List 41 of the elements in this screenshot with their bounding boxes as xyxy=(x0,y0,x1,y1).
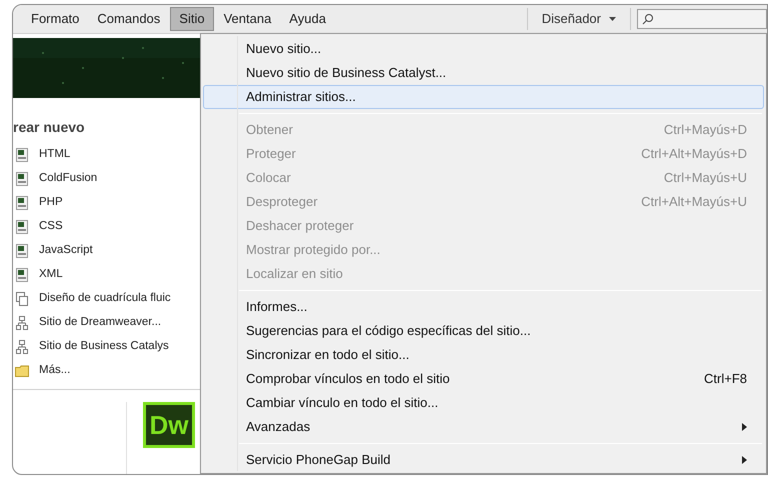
menu-item[interactable]: Sugerencias para el código específicas del sitio... xyxy=(203,319,764,343)
document-icon xyxy=(16,268,28,282)
create-new-link[interactable]: ColdFusion xyxy=(13,167,200,191)
folder-icon xyxy=(15,365,29,377)
search-field[interactable] xyxy=(637,9,767,29)
menu-item[interactable]: Administrar sitios... xyxy=(203,85,764,109)
menu-item[interactable]: Cambiar vínculo en todo el sitio... xyxy=(203,391,764,415)
create-new-link[interactable]: Más... xyxy=(13,359,200,383)
create-new-link[interactable]: Sitio de Business Catalys xyxy=(13,335,200,359)
section-heading: rear nuevo xyxy=(13,118,86,136)
dw-logo: Dw xyxy=(143,402,195,448)
menu-bar-item[interactable]: Formato xyxy=(23,7,88,31)
menu-item[interactable]: Avanzadas xyxy=(203,415,764,439)
menu-bar-item[interactable]: Sitio xyxy=(170,7,214,31)
create-new-link[interactable]: XML xyxy=(13,263,200,287)
menu-item[interactable]: Nuevo sitio de Business Catalyst... xyxy=(203,61,764,85)
document-icon xyxy=(16,196,28,210)
document-icon xyxy=(16,172,28,186)
sitemap-icon xyxy=(16,316,28,330)
create-new-link[interactable]: JavaScript xyxy=(13,239,200,263)
menu-item[interactable]: Servicio PhoneGap Build xyxy=(203,448,764,472)
create-new-link[interactable]: CSS xyxy=(13,215,200,239)
create-new-link[interactable]: PHP xyxy=(13,191,200,215)
menu-item[interactable]: Nuevo sitio... xyxy=(203,37,764,61)
document-icon xyxy=(16,220,28,234)
layout-icon xyxy=(16,292,28,306)
menu-bar-item[interactable]: Ventana xyxy=(216,7,280,31)
document-icon xyxy=(16,244,28,258)
menu-item[interactable]: Comprobar vínculos en todo el sitio Ctrl+F8 xyxy=(203,367,764,391)
sitemap-icon xyxy=(16,340,28,354)
search-icon xyxy=(642,13,654,25)
caret-icon xyxy=(609,16,616,22)
menu-bar-item[interactable]: Comandos xyxy=(89,7,168,31)
create-new-link[interactable]: Sitio de Dreamweaver... xyxy=(13,311,200,335)
menu-item[interactable]: Informes... xyxy=(203,295,764,319)
create-new-link[interactable]: HTML xyxy=(13,143,200,167)
workspace-dropdown[interactable]: Diseñador xyxy=(536,8,622,30)
menu-item[interactable]: Sincronizar en todo el sitio... xyxy=(203,343,764,367)
create-new-link[interactable]: Diseño de cuadrícula fluic xyxy=(13,287,200,311)
document-icon xyxy=(16,148,28,162)
menu-bar-item[interactable]: Ayuda xyxy=(281,7,334,31)
